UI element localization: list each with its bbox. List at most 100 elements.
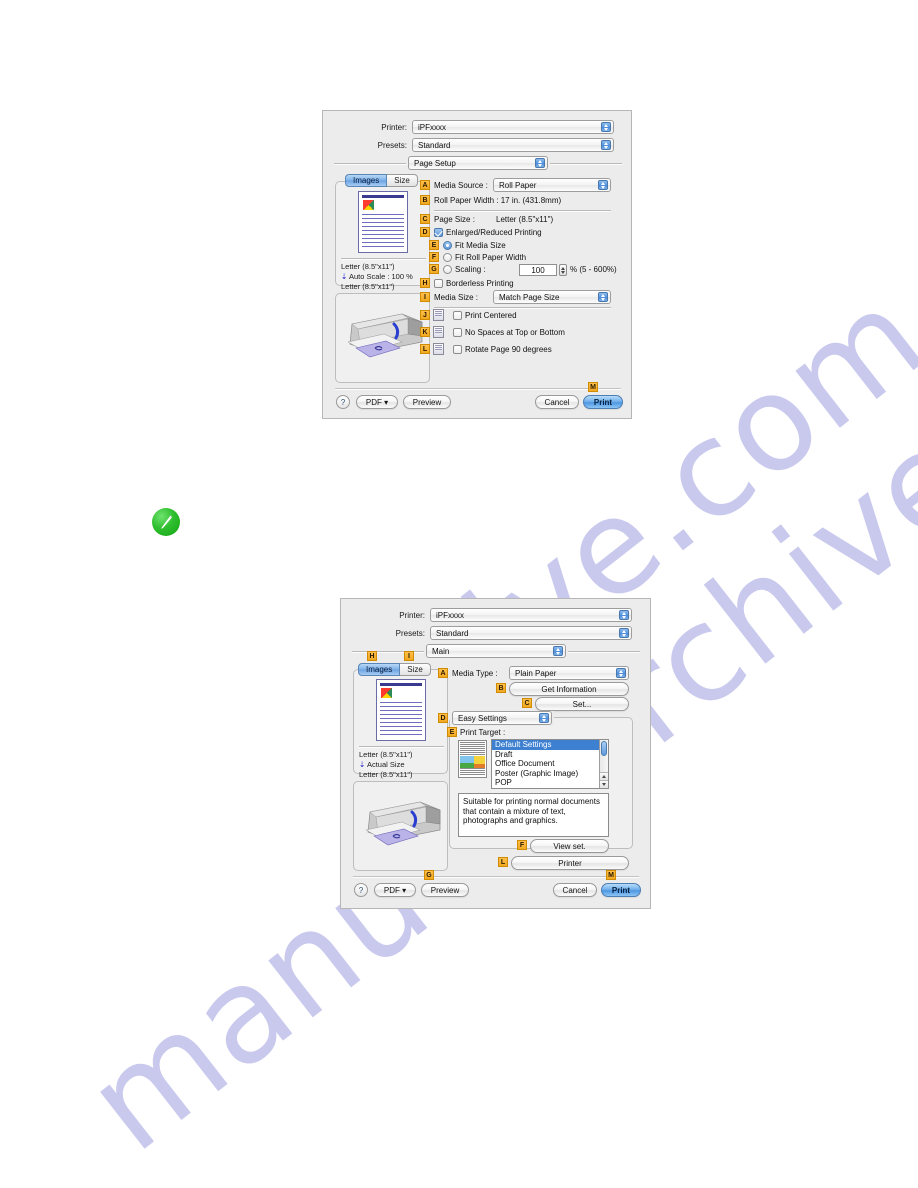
preview-info-scale: ⇣ Actual Size bbox=[359, 760, 405, 769]
print-centered-checkbox[interactable] bbox=[453, 311, 462, 320]
print-button[interactable]: Print bbox=[601, 883, 641, 897]
badge-m: M bbox=[588, 382, 598, 392]
preview-info-output: Letter (8.5"x11") bbox=[341, 282, 395, 291]
help-button[interactable]: ? bbox=[336, 395, 350, 409]
help-button[interactable]: ? bbox=[354, 883, 368, 897]
rotate-page-checkbox[interactable] bbox=[453, 345, 462, 354]
media-size-select[interactable]: Match Page Size bbox=[493, 290, 611, 304]
down-arrow-icon: ⇣ bbox=[359, 760, 366, 769]
badge-c: C bbox=[420, 214, 430, 224]
tab-images[interactable]: Images bbox=[345, 174, 388, 187]
tab-images[interactable]: Images bbox=[358, 663, 401, 676]
print-dialog-main: Printer: iPFxxxx Presets: Standard Main … bbox=[340, 598, 651, 909]
preview-header-bar bbox=[380, 683, 422, 686]
fit-roll-paper-width-radio[interactable] bbox=[443, 253, 452, 262]
divider-right bbox=[568, 651, 640, 653]
scaling-label: Scaling : bbox=[455, 265, 486, 274]
cancel-button[interactable]: Cancel bbox=[553, 883, 597, 897]
chevron-updown-icon bbox=[601, 140, 611, 150]
badge-k: K bbox=[420, 327, 430, 337]
no-spaces-label: No Spaces at Top or Bottom bbox=[465, 328, 565, 337]
preview-button[interactable]: Preview bbox=[403, 395, 451, 409]
chevron-updown-icon bbox=[619, 610, 629, 620]
badge-a: A bbox=[438, 668, 448, 678]
enlarged-reduced-checkbox[interactable] bbox=[434, 228, 443, 237]
chevron-updown-icon bbox=[601, 122, 611, 132]
presets-label: Presets: bbox=[395, 628, 425, 638]
preview-groupbox: Letter (8.5"x11") ⇣ Auto Scale : 100 % L… bbox=[335, 181, 430, 291]
print-target-listbox[interactable]: Default Settings Draft Office Document P… bbox=[491, 739, 609, 789]
scrollbar-thumb[interactable] bbox=[601, 741, 607, 756]
scroll-down-arrow-icon[interactable] bbox=[600, 780, 608, 788]
tab-size[interactable]: Size bbox=[400, 663, 431, 676]
tab-size[interactable]: Size bbox=[387, 174, 418, 187]
printer-select-value: iPFxxxx bbox=[436, 610, 464, 620]
media-type-value: Plain Paper bbox=[515, 668, 557, 678]
list-item[interactable]: Draft bbox=[492, 750, 608, 760]
preview-info-scale: ⇣ Auto Scale : 100 % bbox=[341, 272, 413, 281]
presets-select[interactable]: Standard bbox=[430, 626, 632, 640]
badge-g: G bbox=[424, 870, 434, 880]
borderless-printing-label: Borderless Printing bbox=[446, 279, 514, 288]
badge-i: I bbox=[404, 651, 414, 661]
preview-divider bbox=[359, 746, 444, 748]
scaling-input[interactable]: 100 bbox=[519, 264, 557, 276]
easy-settings-value-top: Easy Settings bbox=[458, 713, 507, 723]
badge-d: D bbox=[420, 227, 430, 237]
view-set-button[interactable]: View set. bbox=[530, 839, 609, 853]
preview-button[interactable]: Preview bbox=[421, 883, 469, 897]
printer-settings-button[interactable]: Printer bbox=[511, 856, 629, 870]
media-type-label: Media Type : bbox=[452, 669, 498, 678]
list-item[interactable]: Office Document bbox=[492, 759, 608, 769]
print-button[interactable]: Print bbox=[583, 395, 623, 409]
preview-tabs: Images Size bbox=[345, 174, 418, 187]
scroll-up-arrow-icon[interactable] bbox=[600, 772, 608, 780]
easy-settings-select-top[interactable]: Easy Settings bbox=[452, 711, 552, 725]
down-arrow-icon: ⇣ bbox=[341, 272, 348, 281]
badge-j: J bbox=[420, 310, 430, 320]
pdf-button[interactable]: PDF ▾ bbox=[356, 395, 398, 409]
printer-select[interactable]: iPFxxxx bbox=[430, 608, 632, 622]
pane-select[interactable]: Main bbox=[426, 644, 566, 658]
list-item[interactable]: Poster (Graphic Image) bbox=[492, 769, 608, 779]
rotate-page-icon bbox=[433, 343, 444, 355]
media-source-label: Media Source : bbox=[434, 181, 488, 190]
presets-select[interactable]: Standard bbox=[412, 138, 614, 152]
divider-right bbox=[550, 163, 622, 165]
cancel-button[interactable]: Cancel bbox=[535, 395, 579, 409]
borderless-printing-checkbox[interactable] bbox=[434, 279, 443, 288]
field-divider-1 bbox=[434, 210, 611, 212]
footer-divider bbox=[353, 876, 639, 878]
badge-a: A bbox=[420, 180, 430, 190]
badge-e: E bbox=[429, 240, 439, 250]
badge-f: F bbox=[517, 840, 527, 850]
set-button[interactable]: Set... bbox=[535, 697, 629, 711]
media-size-label: Media Size : bbox=[434, 293, 479, 302]
chevron-updown-icon bbox=[535, 158, 545, 168]
media-type-select[interactable]: Plain Paper bbox=[509, 666, 629, 680]
pdf-button[interactable]: PDF ▾ bbox=[374, 883, 416, 897]
listbox-scrollbar[interactable] bbox=[599, 740, 608, 788]
no-spaces-checkbox[interactable] bbox=[453, 328, 462, 337]
scaling-range-text: % (5 - 600%) bbox=[570, 265, 617, 274]
pane-select-value: Main bbox=[432, 646, 450, 656]
fit-roll-paper-width-label: Fit Roll Paper Width bbox=[455, 253, 527, 262]
printer-select[interactable]: iPFxxxx bbox=[412, 120, 614, 134]
badge-h: H bbox=[367, 651, 377, 661]
scaling-stepper[interactable] bbox=[559, 264, 567, 276]
presets-row: Presets: Standard bbox=[341, 138, 615, 152]
get-information-button[interactable]: Get Information bbox=[509, 682, 629, 696]
fit-media-size-radio[interactable] bbox=[443, 241, 452, 250]
printer-illustration-groupbox bbox=[335, 293, 430, 383]
print-centered-icon bbox=[433, 309, 444, 321]
list-item[interactable]: Default Settings bbox=[492, 740, 608, 750]
scaling-radio[interactable] bbox=[443, 265, 452, 274]
badge-e: E bbox=[447, 727, 457, 737]
list-item[interactable]: POP bbox=[492, 778, 608, 788]
printer-label: Printer: bbox=[399, 610, 425, 620]
preview-info-source: Letter (8.5"x11") bbox=[341, 262, 395, 271]
printer-label: Printer: bbox=[381, 122, 407, 132]
pane-select[interactable]: Page Setup bbox=[408, 156, 548, 170]
note-pencil-icon bbox=[152, 508, 180, 536]
media-source-select[interactable]: Roll Paper bbox=[493, 178, 611, 192]
